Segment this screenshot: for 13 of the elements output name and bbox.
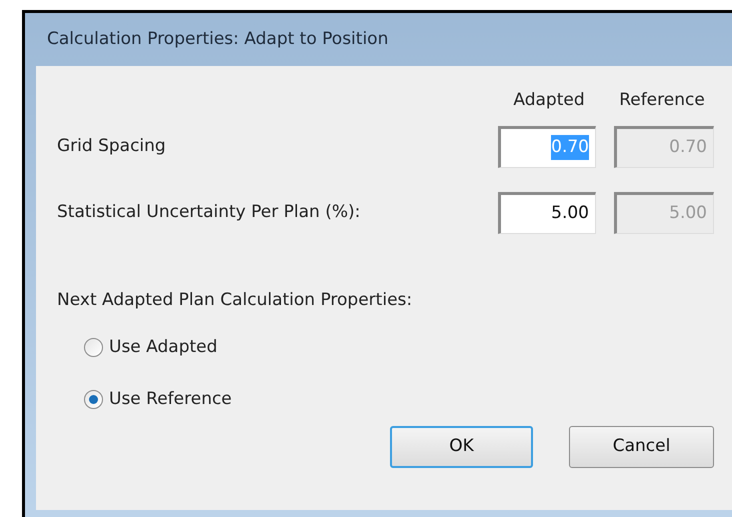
number-field[interactable]: 5.00 — [498, 192, 596, 234]
column-header: Reference — [618, 89, 706, 112]
radio-button[interactable] — [84, 338, 103, 358]
field-label: Grid Spacing — [57, 134, 167, 158]
cancel-button[interactable]: Cancel — [569, 426, 714, 468]
field-label: Statistical Uncertainty Per Plan (%): — [57, 200, 362, 224]
window-title: Calculation Properties: Adapt to Position — [47, 28, 388, 51]
radio-button[interactable] — [84, 390, 103, 409]
column-header: Adapted — [512, 89, 586, 112]
ok-button[interactable]: OK — [390, 426, 533, 468]
radio-option[interactable]: Use Adapted — [84, 335, 714, 360]
radio-option[interactable]: Use Reference — [84, 386, 714, 412]
section-label: Next Adapted Plan Calculation Properties: — [57, 288, 414, 312]
